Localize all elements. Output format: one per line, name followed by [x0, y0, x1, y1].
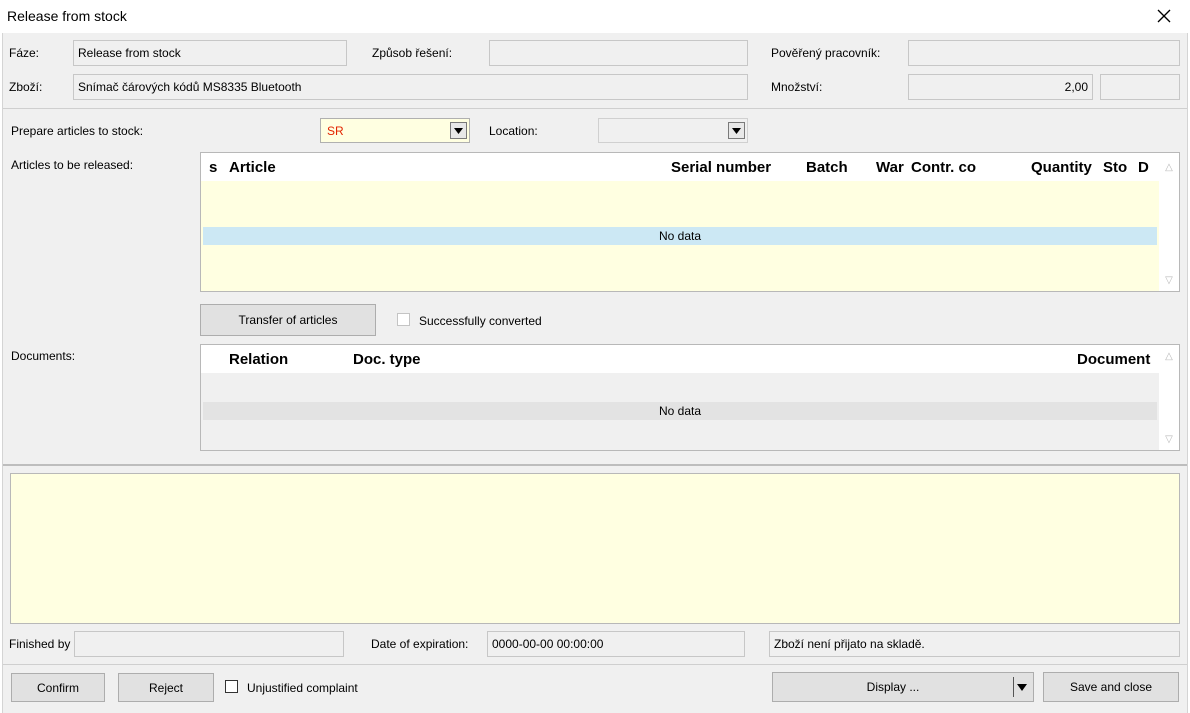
goods-value: Snímač čárových kódů MS8335 Bluetooth	[78, 80, 302, 94]
articles-grid-header: s Article Serial number Batch War Contr.…	[201, 153, 1159, 181]
save-and-close-button[interactable]: Save and close	[1043, 672, 1179, 702]
reject-button[interactable]: Reject	[118, 673, 214, 702]
status-field: Zboží není přijato na skladě.	[769, 631, 1180, 657]
phase-value: Release from stock	[78, 46, 181, 60]
column-header-stock[interactable]: Sto	[1103, 159, 1131, 176]
header-separator	[3, 108, 1187, 109]
note-textarea[interactable]	[10, 473, 1180, 624]
successfully-converted-checkbox[interactable]	[397, 313, 410, 326]
column-header-d[interactable]: D	[1138, 159, 1154, 176]
goods-label: Zboží:	[9, 80, 43, 94]
unjustified-complaint-checkbox[interactable]	[225, 680, 238, 693]
dropdown-arrow-icon	[454, 127, 463, 134]
finished-by-label: Finished by	[9, 637, 71, 651]
display-menu-button[interactable]: Display ...	[772, 672, 1034, 702]
prepare-select-value: SR	[327, 123, 344, 138]
reject-button-label: Reject	[148, 680, 183, 695]
transfer-articles-button[interactable]: Transfer of articles	[200, 304, 376, 336]
documents-scrollbar[interactable]: △ ▽	[1159, 345, 1179, 450]
dropdown-arrow-icon	[1017, 683, 1027, 691]
column-header-document[interactable]: Document	[1077, 351, 1157, 368]
documents-label: Documents:	[11, 349, 76, 363]
confirm-button-label: Confirm	[36, 680, 79, 695]
documents-grid-header: Relation Doc. type Document	[201, 345, 1159, 373]
prepare-label: Prepare articles to stock:	[11, 124, 144, 138]
goods-field: Snímač čárových kódů MS8335 Bluetooth	[73, 74, 748, 100]
column-header-contract-code[interactable]: Contr. co	[911, 159, 985, 176]
scroll-down-icon[interactable]: ▽	[1162, 432, 1176, 446]
location-dropdown-button[interactable]	[728, 122, 745, 139]
location-select[interactable]	[598, 118, 748, 143]
location-label: Location:	[489, 124, 538, 138]
successfully-converted-label: Successfully converted	[419, 314, 542, 328]
status-value: Zboží není přijato na skladě.	[774, 637, 925, 651]
expiration-field: 0000-00-00 00:00:00	[487, 631, 745, 657]
column-header-warranty[interactable]: War	[876, 159, 910, 176]
expiration-label: Date of expiration:	[371, 637, 469, 651]
display-button-divider	[1013, 677, 1014, 697]
title-bar: Release from stock	[0, 0, 1190, 33]
column-header-quantity[interactable]: Quantity	[1031, 159, 1101, 176]
method-label: Způsob řešení:	[372, 46, 453, 60]
phase-label: Fáze:	[9, 46, 40, 60]
expiration-value: 0000-00-00 00:00:00	[492, 637, 604, 651]
documents-grid[interactable]: Relation Doc. type Document No data △ ▽	[200, 344, 1180, 451]
window-title: Release from stock	[7, 8, 127, 24]
display-dropdown-arrow[interactable]	[1017, 683, 1027, 691]
articles-label: Articles to be released:	[11, 158, 134, 172]
quantity-value: 2,00	[1064, 80, 1088, 94]
articles-no-data-row: No data	[203, 227, 1157, 245]
column-header-batch[interactable]: Batch	[806, 159, 874, 176]
close-button[interactable]	[1150, 2, 1178, 30]
unit-field	[1100, 74, 1180, 100]
quantity-field: 2,00	[908, 74, 1093, 100]
scroll-up-icon[interactable]: △	[1162, 160, 1176, 174]
column-header-relation[interactable]: Relation	[229, 351, 349, 368]
column-header-serial-number[interactable]: Serial number	[671, 159, 803, 176]
column-header-doc-type[interactable]: Doc. type	[353, 351, 953, 368]
scroll-up-icon[interactable]: △	[1162, 349, 1176, 363]
phase-field: Release from stock	[73, 40, 347, 66]
method-field	[489, 40, 748, 66]
confirm-button[interactable]: Confirm	[11, 673, 105, 702]
dropdown-arrow-icon	[732, 127, 741, 134]
documents-no-data-row: No data	[203, 402, 1157, 420]
articles-scrollbar[interactable]: △ ▽	[1159, 153, 1179, 291]
finished-by-field	[74, 631, 344, 657]
footer-separator	[3, 664, 1187, 665]
quantity-label: Množství:	[771, 80, 823, 94]
unjustified-complaint-label: Unjustified complaint	[247, 681, 358, 695]
close-icon	[1157, 9, 1171, 23]
content-separator	[3, 464, 1187, 466]
scroll-down-icon[interactable]: ▽	[1162, 273, 1176, 287]
assignee-label: Pověřený pracovník:	[771, 46, 881, 60]
transfer-articles-button-label: Transfer of articles	[238, 313, 338, 327]
prepare-dropdown-button[interactable]	[450, 122, 467, 139]
column-header-article[interactable]: Article	[229, 159, 669, 176]
prepare-select[interactable]: SR	[320, 118, 470, 143]
articles-grid[interactable]: s Article Serial number Batch War Contr.…	[200, 152, 1180, 292]
save-and-close-button-label: Save and close	[1069, 680, 1153, 694]
column-header-s[interactable]: s	[209, 159, 223, 176]
display-button-label: Display ...	[866, 680, 920, 694]
assignee-field	[908, 40, 1180, 66]
